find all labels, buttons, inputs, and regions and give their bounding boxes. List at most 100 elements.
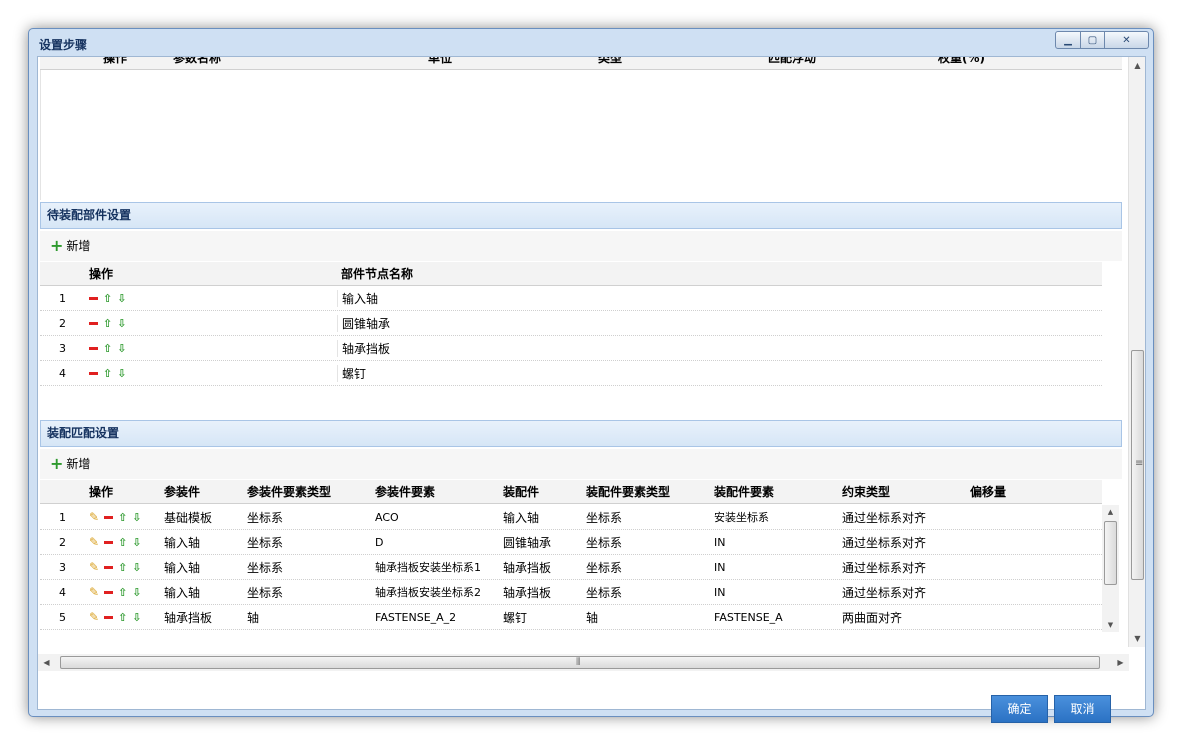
row-actions: ⇧ ⇩ — [85, 343, 337, 354]
cell-asm-part: 螺钉 — [503, 610, 528, 625]
minus-icon[interactable] — [104, 590, 114, 594]
vertical-scrollbar[interactable]: ▲ ≡ ▼ — [1128, 57, 1145, 647]
cell-constraint-type: 两曲面对齐 — [842, 610, 903, 625]
grip-icon: ⦀ — [576, 657, 581, 668]
window-title: 设置步骤 — [39, 38, 88, 52]
pencil-icon[interactable]: ✎ — [89, 586, 99, 598]
table-row[interactable]: 3 ✎ ⇧ ⇩ 输入轴 坐标系 轴承挡板安装坐标系1 轴承挡板 坐标系 IN 通过坐… — [40, 555, 1102, 580]
table-row[interactable]: 2 ✎ ⇧ ⇩ 输入轴 坐标系 D 圆锥轴承 坐标系 IN 通过坐标系对齐 — [40, 530, 1102, 555]
row-actions: ⇧ ⇩ — [85, 318, 337, 329]
close-button[interactable]: ✕ — [1105, 31, 1149, 49]
cell-constraint-type: 通过坐标系对齐 — [842, 535, 927, 550]
scroll-up-icon[interactable]: ▲ — [1129, 57, 1146, 74]
arrow-up-icon[interactable]: ⇧ — [103, 293, 112, 304]
minus-icon[interactable] — [104, 540, 114, 544]
match-toolbar: + 新增 — [40, 449, 1122, 479]
table-row[interactable]: 4 ⇧ ⇩ 螺钉 — [40, 361, 1102, 386]
cell-asm-part: 轴承挡板 — [503, 560, 552, 575]
match-table-body: 1 ✎ ⇧ ⇩ 基础模板 坐标系 ACO 输入轴 坐标系 安装坐标系 通过坐标系对齐… — [40, 505, 1102, 630]
ok-button[interactable]: 确定 — [991, 695, 1048, 723]
arrow-down-icon[interactable]: ⇩ — [132, 562, 141, 573]
title-bar[interactable]: 设置步骤 ▁ ▢ ✕ — [29, 29, 1153, 55]
scroll-thumb[interactable]: ≡ — [1131, 350, 1144, 580]
parts-add-button[interactable]: + 新增 — [50, 237, 90, 254]
arrow-up-icon[interactable]: ⇧ — [103, 318, 112, 329]
arrow-up-icon[interactable]: ⇧ — [103, 368, 112, 379]
cell-asm-part: 轴承挡板 — [503, 585, 552, 600]
cell-asm-element-type: 坐标系 — [586, 560, 623, 575]
col-header: 装配件 — [503, 485, 540, 499]
minus-icon[interactable] — [89, 296, 98, 300]
arrow-down-icon[interactable]: ⇩ — [132, 537, 141, 548]
col-header: 约束类型 — [842, 485, 891, 499]
cell-ref-element-type: 坐标系 — [247, 560, 284, 575]
pencil-icon[interactable]: ✎ — [89, 561, 99, 573]
arrow-up-icon[interactable]: ⇧ — [103, 343, 112, 354]
cell-asm-element: 安装坐标系 — [714, 511, 769, 524]
dialog-content: 操作 参数名称 单位 类型 匹配浮动 权重(%) 待装配部件设置 + 新增 操作 — [37, 56, 1147, 723]
arrow-up-icon[interactable]: ⇧ — [118, 537, 127, 548]
plus-icon: + — [50, 235, 64, 255]
arrow-down-icon[interactable]: ⇩ — [132, 512, 141, 523]
row-actions: ✎ ⇧ ⇩ — [85, 611, 160, 623]
arrow-down-icon[interactable]: ⇩ — [132, 612, 141, 623]
cell-ref-part: 轴承挡板 — [164, 610, 213, 625]
table-row[interactable]: 2 ⇧ ⇩ 圆锥轴承 — [40, 311, 1102, 336]
col-header: 操作 — [89, 267, 114, 281]
match-add-button[interactable]: + 新增 — [50, 455, 90, 472]
col-header: 装配件要素 — [714, 485, 775, 499]
cell-ref-part: 输入轴 — [164, 535, 201, 550]
minus-icon[interactable] — [89, 321, 98, 325]
scroll-area[interactable]: 操作 参数名称 单位 类型 匹配浮动 权重(%) 待装配部件设置 + 新增 操作 — [38, 57, 1147, 647]
horizontal-scrollbar[interactable]: ◀ ⦀ ▶ — [38, 654, 1129, 671]
minimize-button[interactable]: ▁ — [1055, 31, 1081, 49]
cell-asm-element: IN — [714, 535, 726, 549]
scroll-up-icon[interactable]: ▲ — [1102, 505, 1119, 519]
cell-asm-part: 输入轴 — [503, 510, 540, 525]
minus-icon[interactable] — [89, 371, 98, 375]
scroll-down-icon[interactable]: ▼ — [1102, 618, 1119, 632]
pencil-icon[interactable]: ✎ — [89, 611, 99, 623]
scroll-right-icon[interactable]: ▶ — [1112, 654, 1129, 671]
arrow-down-icon[interactable]: ⇩ — [117, 293, 126, 304]
maximize-button[interactable]: ▢ — [1081, 31, 1105, 49]
scroll-left-icon[interactable]: ◀ — [38, 654, 55, 671]
table-row[interactable]: 4 ✎ ⇧ ⇩ 输入轴 坐标系 轴承挡板安装坐标系2 轴承挡板 坐标系 IN 通过坐… — [40, 580, 1102, 605]
table-row[interactable]: 3 ⇧ ⇩ 轴承挡板 — [40, 336, 1102, 361]
arrow-up-icon[interactable]: ⇧ — [118, 512, 127, 523]
minus-icon[interactable] — [104, 515, 114, 519]
cell-ref-element: 轴承挡板安装坐标系1 — [375, 561, 481, 574]
cell-constraint-type: 通过坐标系对齐 — [842, 510, 927, 525]
pencil-icon[interactable]: ✎ — [89, 536, 99, 548]
cancel-button[interactable]: 取消 — [1054, 695, 1111, 723]
cell-asm-element-type: 坐标系 — [586, 510, 623, 525]
arrow-up-icon[interactable]: ⇧ — [118, 612, 127, 623]
plus-icon: + — [50, 453, 64, 473]
cell-ref-element-type: 坐标系 — [247, 535, 284, 550]
table-row[interactable]: 1 ⇧ ⇩ 输入轴 — [40, 286, 1102, 311]
table-row[interactable]: 5 ✎ ⇧ ⇩ 轴承挡板 轴 FASTENSE_A_2 螺钉 轴 FASTENSE_… — [40, 605, 1102, 630]
arrow-down-icon[interactable]: ⇩ — [117, 343, 126, 354]
match-section-header: 装配匹配设置 — [40, 420, 1122, 447]
minus-icon[interactable] — [104, 615, 114, 619]
match-table-header: 操作 参装件 参装件要素类型 参装件要素 装配件 装配件要素类型 装配件要素 约… — [40, 480, 1102, 504]
scroll-down-icon[interactable]: ▼ — [1129, 630, 1146, 647]
match-table-scrollbar[interactable]: ▲ ▼ — [1102, 505, 1119, 632]
scroll-thumb[interactable] — [1104, 521, 1117, 585]
arrow-up-icon[interactable]: ⇧ — [118, 587, 127, 598]
minus-icon[interactable] — [104, 565, 114, 569]
minus-icon[interactable] — [89, 346, 98, 350]
arrow-down-icon[interactable]: ⇩ — [132, 587, 141, 598]
cell-ref-element-type: 轴 — [247, 610, 260, 625]
arrow-down-icon[interactable]: ⇩ — [117, 318, 126, 329]
cell-ref-element: 轴承挡板安装坐标系2 — [375, 586, 481, 599]
pencil-icon[interactable]: ✎ — [89, 511, 99, 523]
arrow-up-icon[interactable]: ⇧ — [118, 562, 127, 573]
col-header: 操作 — [89, 485, 114, 499]
match-table: 操作 参装件 参装件要素类型 参装件要素 装配件 装配件要素类型 装配件要素 约… — [40, 480, 1120, 640]
table-row[interactable]: 1 ✎ ⇧ ⇩ 基础模板 坐标系 ACO 输入轴 坐标系 安装坐标系 通过坐标系对齐 — [40, 505, 1102, 530]
col-header: 偏移量 — [970, 485, 1007, 499]
arrow-down-icon[interactable]: ⇩ — [117, 368, 126, 379]
cell-asm-part: 圆锥轴承 — [503, 535, 552, 550]
scroll-thumb[interactable]: ⦀ — [60, 656, 1100, 669]
